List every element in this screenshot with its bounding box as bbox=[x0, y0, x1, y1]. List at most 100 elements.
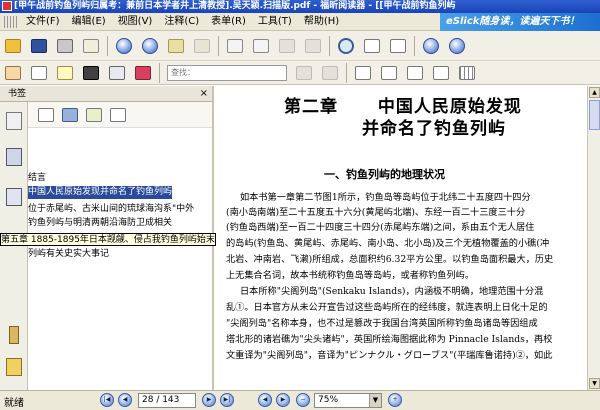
bookmark-item[interactable]: 列屿有关史实大事记 bbox=[28, 248, 110, 261]
eslick-promo-banner[interactable]: eSlick随身读，读遍天下书！ bbox=[440, 13, 600, 31]
status-text: 就绪 bbox=[4, 398, 24, 409]
menu-file[interactable]: 文件(F) bbox=[20, 13, 66, 31]
zoom-out-status-icon[interactable]: − bbox=[296, 393, 310, 407]
bookmark-item[interactable]: 结言 bbox=[28, 172, 46, 185]
pointer-button[interactable] bbox=[54, 62, 76, 84]
next-page-button[interactable] bbox=[139, 35, 161, 57]
single-page-icon bbox=[355, 65, 371, 80]
comments-tab-icon[interactable] bbox=[6, 358, 22, 376]
paragraph-line: 日本所称"尖阁列岛"(Senkaku Islands)，内涵极不明确，地理范围十… bbox=[240, 286, 544, 297]
undo-button[interactable] bbox=[276, 35, 298, 57]
scroll-up-icon[interactable]: ▲ bbox=[589, 87, 600, 98]
history-back-icon[interactable]: ◀ bbox=[258, 393, 272, 407]
bookmark-item-selected[interactable]: 中国人民原始发现并命名了钓鱼列屿 bbox=[28, 186, 173, 199]
new-bookmark-icon bbox=[38, 107, 54, 122]
scroll-down-icon[interactable]: ▼ bbox=[589, 378, 600, 389]
thumbnail-tab-icon[interactable] bbox=[6, 148, 22, 166]
new-bookmark-button[interactable] bbox=[36, 105, 56, 125]
page-number-input[interactable]: 28 / 143 bbox=[138, 393, 196, 408]
snapshot-button[interactable] bbox=[106, 62, 128, 84]
continuous-page-button[interactable] bbox=[378, 62, 400, 84]
zoom-in-tool-button[interactable] bbox=[335, 35, 357, 57]
hand-tool-button[interactable] bbox=[2, 62, 24, 84]
chapter-title-line2: 并命名了钓鱼列屿 bbox=[362, 119, 506, 139]
select-text-button[interactable] bbox=[28, 62, 50, 84]
find-next-button[interactable] bbox=[319, 62, 341, 84]
facing-page-icon bbox=[407, 65, 423, 80]
bookmark-item[interactable]: 钓鱼列屿与明清两朝沿海防卫成相关 bbox=[28, 217, 173, 230]
fit-page-icon bbox=[364, 38, 380, 53]
arrow-down-icon bbox=[142, 37, 158, 54]
layers-tab-icon[interactable] bbox=[6, 188, 22, 206]
print-button[interactable] bbox=[54, 35, 76, 57]
chevron-down-icon[interactable]: ▼ bbox=[369, 394, 381, 407]
bookmark-panel-header: 书签 × bbox=[0, 86, 212, 102]
grid-view-button[interactable] bbox=[456, 62, 478, 84]
fit-width-button[interactable] bbox=[387, 35, 409, 57]
email-button[interactable] bbox=[80, 35, 102, 57]
paragraph-line: 北岩、冲南岩、飞濑)所组成，总面积约6.32平方公里。以钓鱼岛面积最大，历史 bbox=[226, 254, 554, 265]
continuous-facing-button[interactable] bbox=[430, 62, 452, 84]
tools-toolbar: 查找： bbox=[0, 61, 600, 85]
history-forward-icon[interactable]: ▶ bbox=[276, 393, 290, 407]
prev-page-button[interactable] bbox=[113, 35, 135, 57]
app-icon bbox=[2, 1, 12, 11]
fit-page-button[interactable] bbox=[361, 35, 383, 57]
menu-view[interactable]: 视图(V) bbox=[112, 13, 159, 31]
arrow-left-icon bbox=[168, 38, 184, 53]
save-button[interactable] bbox=[28, 35, 50, 57]
bookmark-list: 结言 中国人民原始发现并命名了钓鱼列屿 位于赤尾屿、古米山间的琉球海沟系"中外 … bbox=[0, 128, 216, 390]
delete-bookmark-button[interactable] bbox=[60, 105, 80, 125]
binoculars-icon bbox=[83, 65, 99, 80]
zoom-in-button[interactable] bbox=[446, 35, 468, 57]
menu-help[interactable]: 帮助(H) bbox=[298, 13, 345, 31]
menu-comment[interactable]: 注释(C) bbox=[158, 13, 205, 31]
bookmark-tab-icon[interactable] bbox=[6, 112, 22, 130]
paragraph-line: (钓鱼岛西端)至一百二十四度三十四分(赤尾屿东端)之间，系由五个无人居住 bbox=[226, 222, 535, 233]
find-input[interactable]: 查找： bbox=[167, 64, 287, 81]
bookmark-item[interactable]: 位于赤尾屿、古米山间的琉球海沟系"中外 bbox=[28, 203, 195, 216]
prev-page-icon[interactable]: ◀ bbox=[118, 393, 132, 407]
find-prev-button[interactable] bbox=[293, 62, 315, 84]
last-page-icon[interactable]: ▶| bbox=[220, 393, 234, 407]
expand-bookmark-button[interactable] bbox=[108, 105, 128, 125]
vertical-scrollbar[interactable]: ▲ ▼ bbox=[587, 86, 600, 390]
single-page-button[interactable] bbox=[352, 62, 374, 84]
forward-button[interactable] bbox=[191, 35, 213, 57]
zoom-value: 75% bbox=[318, 395, 339, 405]
page-extract-button[interactable] bbox=[250, 35, 272, 57]
paragraph-line: (南小岛南端)至二十五度五十六分(黄尾屿北端)、东经一百二十三度三十分 bbox=[226, 207, 526, 218]
pages-icon bbox=[227, 38, 243, 53]
document-view[interactable]: 第二章 中国人民原始发现 并命名了钓鱼列屿 一、钓鱼列屿的地理状况 如本书第一章… bbox=[214, 86, 587, 390]
title-bar: [甲午战前钓鱼列屿归属考：兼前日本学者井上清教授].吴天颖.扫描版.pdf - … bbox=[0, 0, 600, 13]
bookmark-options-button[interactable] bbox=[84, 105, 104, 125]
toolbar-separator bbox=[107, 35, 108, 56]
next-page-icon[interactable]: ▶ bbox=[202, 393, 216, 407]
bookmark-toolbar bbox=[28, 102, 212, 128]
toolbar-separator bbox=[329, 35, 330, 56]
arrow-right-icon bbox=[194, 38, 210, 53]
arrow-up-icon bbox=[116, 37, 132, 54]
zoom-in-status-icon[interactable]: + bbox=[388, 393, 402, 407]
attachment-icon[interactable] bbox=[9, 326, 19, 344]
first-page-icon[interactable]: |◀ bbox=[100, 393, 114, 407]
open-button[interactable] bbox=[2, 35, 24, 57]
zoom-select[interactable]: 75% ▼ bbox=[314, 393, 382, 408]
scroll-thumb[interactable] bbox=[589, 100, 600, 130]
paragraph-line: 上无集合名词，故本书统称钓鱼岛等岛屿，或者称钓鱼列屿。 bbox=[226, 270, 475, 281]
plus-icon bbox=[449, 37, 465, 54]
menu-tools[interactable]: 工具(T) bbox=[252, 13, 298, 31]
redo-button[interactable] bbox=[302, 35, 324, 57]
facing-page-button[interactable] bbox=[404, 62, 426, 84]
page-layout-button[interactable] bbox=[224, 35, 246, 57]
zoom-out-button[interactable] bbox=[420, 35, 442, 57]
close-icon[interactable]: × bbox=[200, 86, 208, 102]
typewriter-button[interactable] bbox=[132, 62, 154, 84]
main-toolbar bbox=[0, 31, 600, 61]
menu-edit[interactable]: 编辑(E) bbox=[66, 13, 112, 31]
find-button[interactable] bbox=[80, 62, 102, 84]
back-button[interactable] bbox=[165, 35, 187, 57]
grid-icon bbox=[459, 65, 475, 80]
find-next-icon bbox=[322, 65, 338, 80]
menu-form[interactable]: 表单(R) bbox=[205, 13, 252, 31]
